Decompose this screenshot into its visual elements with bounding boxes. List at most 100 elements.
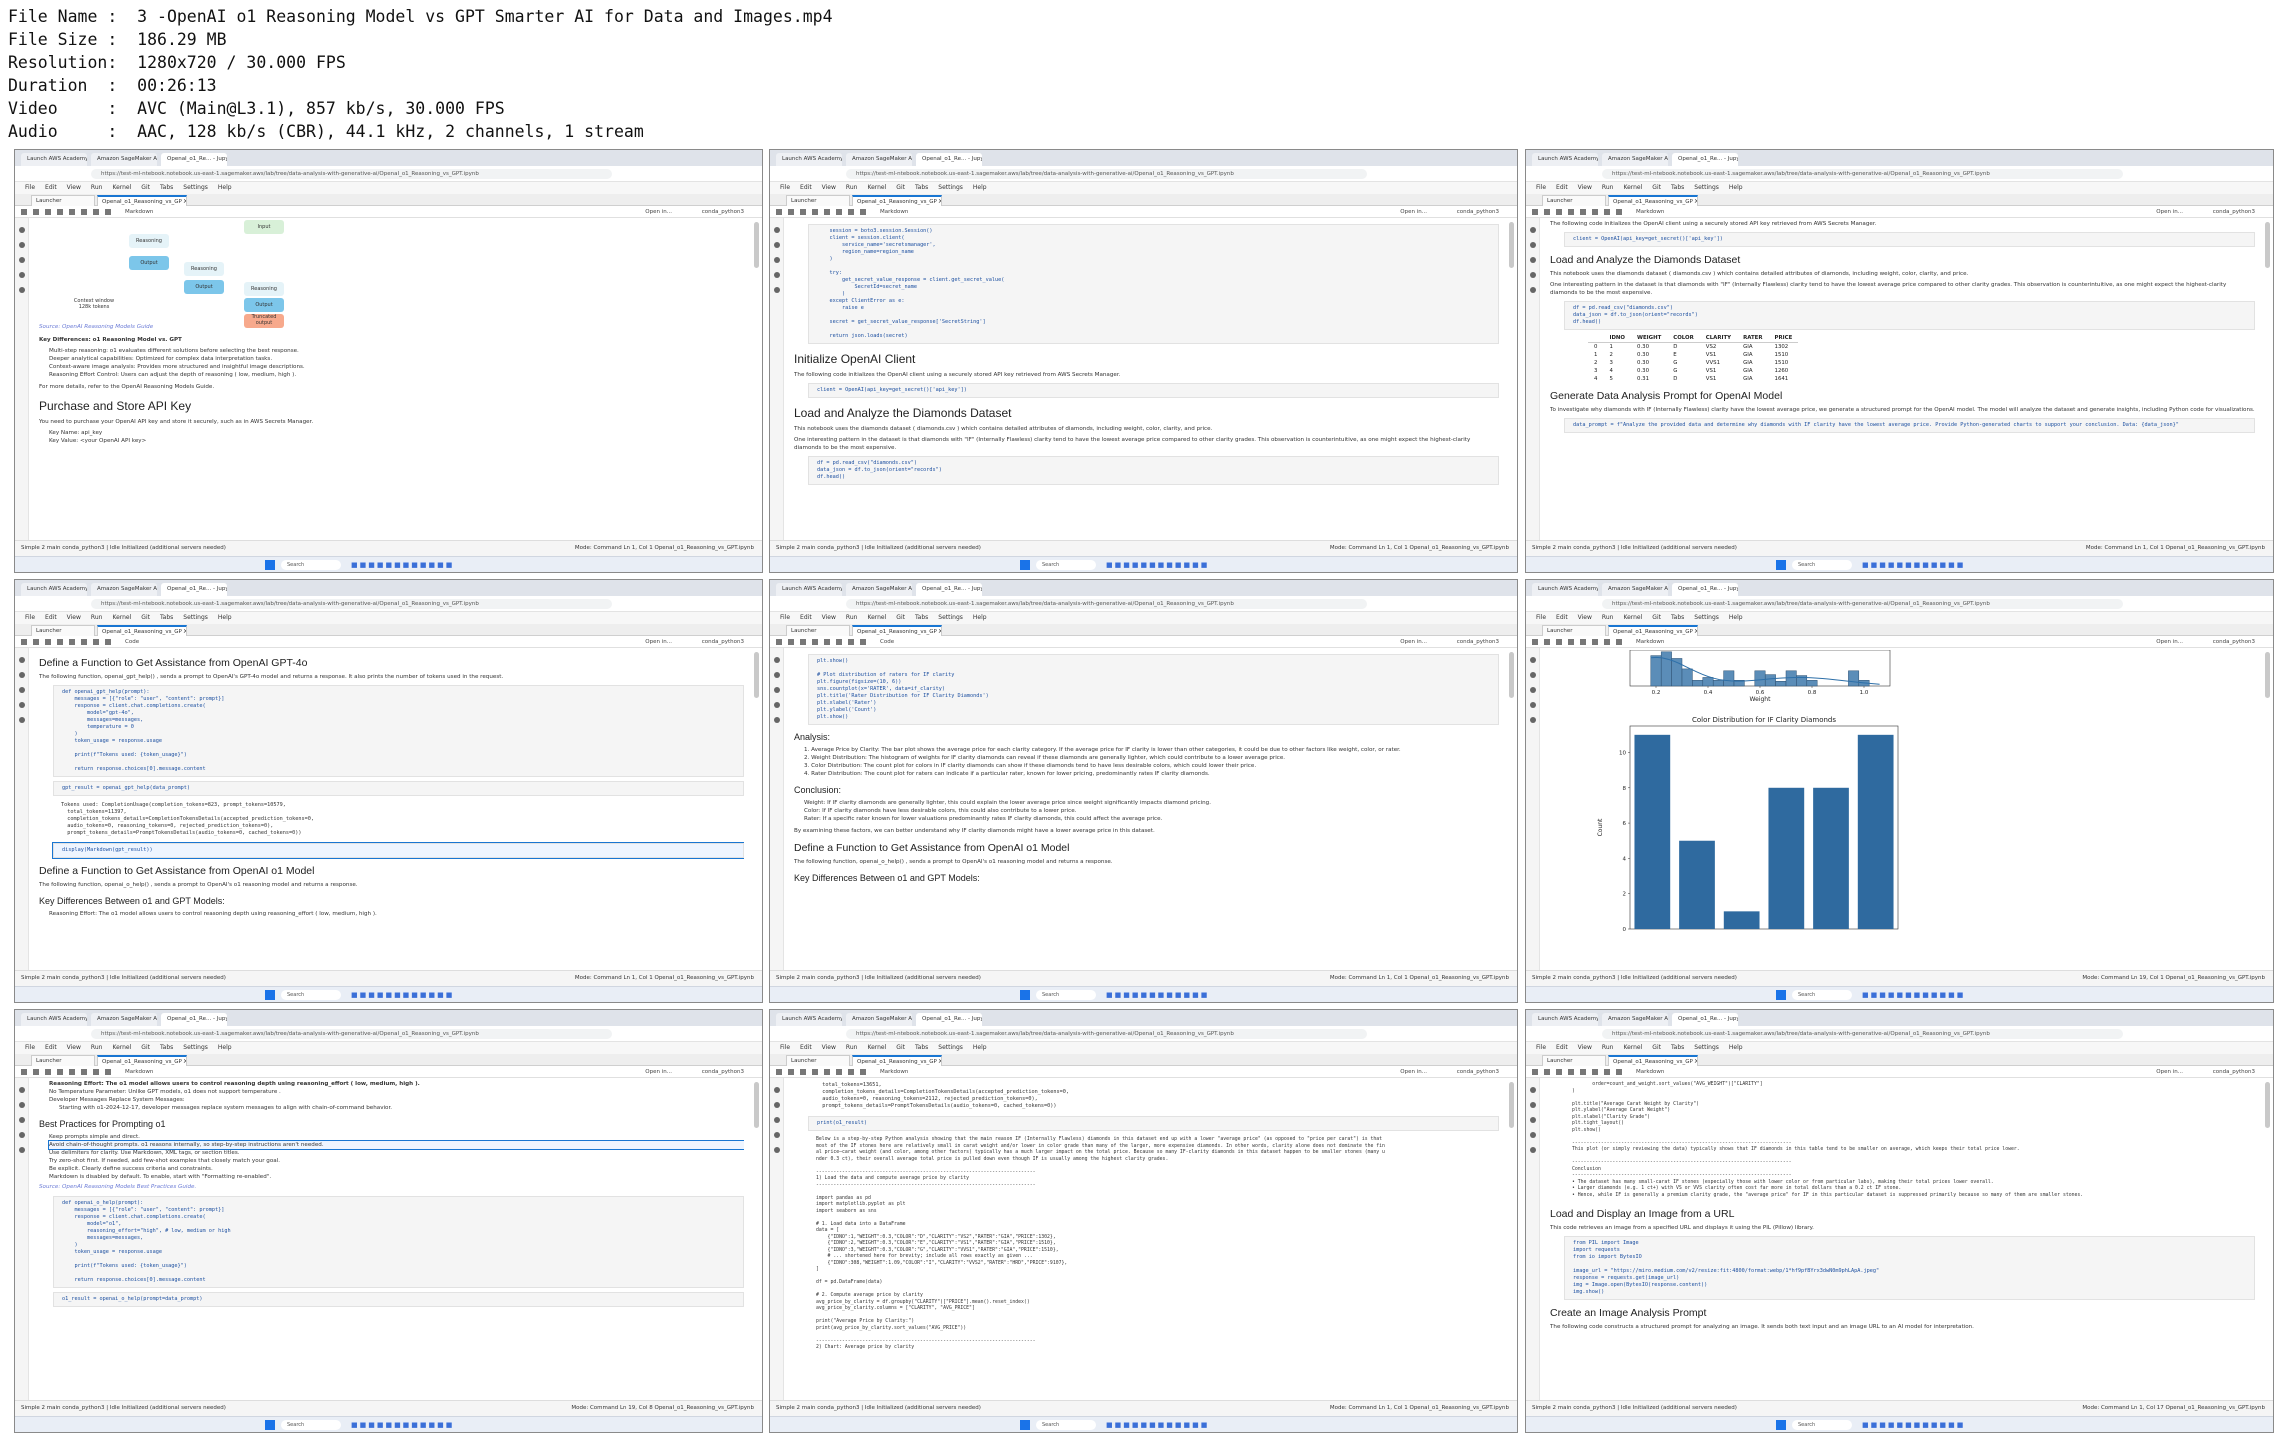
menu-item[interactable]: Help: [218, 1044, 232, 1051]
menu-item[interactable]: File: [1536, 184, 1546, 191]
folder-icon[interactable]: [773, 227, 780, 233]
menu-item[interactable]: Tabs: [1671, 614, 1684, 621]
add-cell-icon[interactable]: [1544, 209, 1550, 215]
menu-item[interactable]: File: [780, 184, 790, 191]
paste-icon[interactable]: [824, 639, 830, 645]
menu-item[interactable]: Help: [1729, 184, 1743, 191]
taskbar-apps[interactable]: ■■■■■■■■■■■■: [351, 1421, 454, 1429]
toc-icon[interactable]: [18, 1132, 25, 1138]
running-icon[interactable]: [1529, 242, 1536, 248]
menu-item[interactable]: Settings: [1694, 184, 1719, 191]
git-icon[interactable]: [773, 1117, 780, 1123]
menu-item[interactable]: File: [25, 184, 35, 191]
menu-item[interactable]: Kernel: [112, 1044, 131, 1051]
restart-icon[interactable]: [105, 1069, 111, 1075]
tab-notebook[interactable]: OpenaI_o1_Reasoning_vs_GP X: [1608, 195, 1698, 206]
browser-tab[interactable]: Launch AWS Academy Learner: [21, 583, 87, 596]
open-in-button[interactable]: Open in...: [645, 636, 672, 648]
kernel-indicator[interactable]: conda_python3: [2213, 206, 2255, 218]
menu-item[interactable]: Tabs: [915, 614, 928, 621]
menu-item[interactable]: Tabs: [915, 184, 928, 191]
cell-type-select[interactable]: Markdown: [125, 1066, 153, 1078]
folder-icon[interactable]: [773, 1087, 780, 1093]
browser-tab[interactable]: Amazon SageMaker AI | us-eas: [846, 583, 912, 596]
restart-icon[interactable]: [105, 639, 111, 645]
code-cell[interactable]: data_prompt = f"Analyze the provided dat…: [1564, 418, 2255, 433]
scrollbar-thumb[interactable]: [754, 222, 759, 268]
menu-item[interactable]: View: [822, 614, 836, 621]
extension-icon[interactable]: [1529, 717, 1536, 723]
menu-item[interactable]: Git: [141, 1044, 150, 1051]
copy-icon[interactable]: [1568, 209, 1574, 215]
browser-tab[interactable]: Launch AWS Academy Learner: [1532, 1013, 1598, 1026]
add-cell-icon[interactable]: [33, 1069, 39, 1075]
cut-icon[interactable]: [800, 209, 806, 215]
menu-item[interactable]: Run: [91, 184, 103, 191]
browser-tab[interactable]: OpenaI_o1_Re... - JupyterLab: [916, 583, 982, 596]
menu-item[interactable]: Git: [1652, 184, 1661, 191]
kernel-indicator[interactable]: conda_python3: [702, 1066, 744, 1078]
menu-item[interactable]: Run: [91, 614, 103, 621]
url-field[interactable]: https://test-ml-ntebook.notebook.us-east…: [91, 599, 612, 609]
git-icon[interactable]: [18, 1117, 25, 1123]
tab-launcher[interactable]: Launcher: [31, 625, 95, 636]
tab-launcher[interactable]: Launcher: [1542, 1055, 1606, 1066]
folder-icon[interactable]: [1529, 657, 1536, 663]
code-cell[interactable]: display(Markdown(gpt_result)): [52, 842, 744, 859]
toc-icon[interactable]: [773, 702, 780, 708]
restart-icon[interactable]: [860, 639, 866, 645]
run-icon[interactable]: [1592, 1069, 1598, 1075]
save-icon[interactable]: [1532, 1069, 1538, 1075]
cell-type-select[interactable]: Markdown: [880, 206, 908, 218]
add-cell-icon[interactable]: [1544, 639, 1550, 645]
menu-item[interactable]: Tabs: [160, 1044, 173, 1051]
code-cell[interactable]: def openai_gpt_help(prompt): messages = …: [53, 685, 744, 777]
url-field[interactable]: https://test-ml-ntebook.notebook.us-east…: [91, 169, 612, 179]
caption-link[interactable]: Source: OpenAI Reasoning Models Best Pra…: [39, 1184, 744, 1190]
browser-tab[interactable]: OpenaI_o1_Re... - JupyterLab: [1672, 1013, 1738, 1026]
menu-item[interactable]: Run: [1602, 614, 1614, 621]
menu-item[interactable]: Edit: [800, 614, 812, 621]
taskbar-search[interactable]: Search: [1792, 560, 1852, 570]
menu-item[interactable]: Settings: [183, 1044, 208, 1051]
save-icon[interactable]: [21, 1069, 27, 1075]
menu-item[interactable]: Kernel: [867, 184, 886, 191]
menu-item[interactable]: Git: [1652, 614, 1661, 621]
git-icon[interactable]: [1529, 1117, 1536, 1123]
start-icon[interactable]: [1776, 560, 1786, 570]
browser-tab[interactable]: Amazon SageMaker AI | us-eas: [91, 583, 157, 596]
menu-item[interactable]: Edit: [45, 184, 57, 191]
tab-notebook[interactable]: OpenaI_o1_Reasoning_vs_GP X: [852, 195, 942, 206]
browser-tab[interactable]: Launch AWS Academy Learner: [776, 1013, 842, 1026]
restart-icon[interactable]: [1616, 1069, 1622, 1075]
menu-item[interactable]: Tabs: [160, 614, 173, 621]
cell-type-select[interactable]: Markdown: [1636, 206, 1664, 218]
browser-tab[interactable]: OpenaI_o1_Re... - JupyterLab: [161, 583, 227, 596]
tab-launcher[interactable]: Launcher: [786, 625, 850, 636]
save-icon[interactable]: [1532, 639, 1538, 645]
code-cell[interactable]: def openai_o_help(prompt): messages = [{…: [53, 1196, 744, 1288]
browser-tab[interactable]: OpenaI_o1_Re... - JupyterLab: [916, 153, 982, 166]
stop-icon[interactable]: [93, 639, 99, 645]
cell-type-select[interactable]: Markdown: [880, 1066, 908, 1078]
cut-icon[interactable]: [800, 639, 806, 645]
browser-tab[interactable]: Amazon SageMaker AI | us-eas: [91, 1013, 157, 1026]
restart-icon[interactable]: [860, 1069, 866, 1075]
cell-type-select[interactable]: Markdown: [1636, 1066, 1664, 1078]
running-icon[interactable]: [1529, 672, 1536, 678]
scrollbar-thumb[interactable]: [1509, 222, 1514, 268]
url-field[interactable]: https://test-ml-ntebook.notebook.us-east…: [846, 169, 1367, 179]
stop-icon[interactable]: [93, 1069, 99, 1075]
menu-item[interactable]: Git: [896, 1044, 905, 1051]
url-field[interactable]: https://test-ml-ntebook.notebook.us-east…: [1602, 599, 2123, 609]
menu-item[interactable]: File: [25, 614, 35, 621]
stop-icon[interactable]: [1604, 209, 1610, 215]
menu-item[interactable]: Help: [973, 184, 987, 191]
tab-launcher[interactable]: Launcher: [1542, 625, 1606, 636]
menu-item[interactable]: Edit: [1556, 614, 1568, 621]
git-icon[interactable]: [18, 687, 25, 693]
code-cell[interactable]: o1_result = openai_o_help(prompt=data_pr…: [53, 1292, 744, 1307]
menu-item[interactable]: Settings: [938, 614, 963, 621]
menu-item[interactable]: Settings: [938, 184, 963, 191]
browser-tab[interactable]: Launch AWS Academy Learner: [1532, 153, 1598, 166]
